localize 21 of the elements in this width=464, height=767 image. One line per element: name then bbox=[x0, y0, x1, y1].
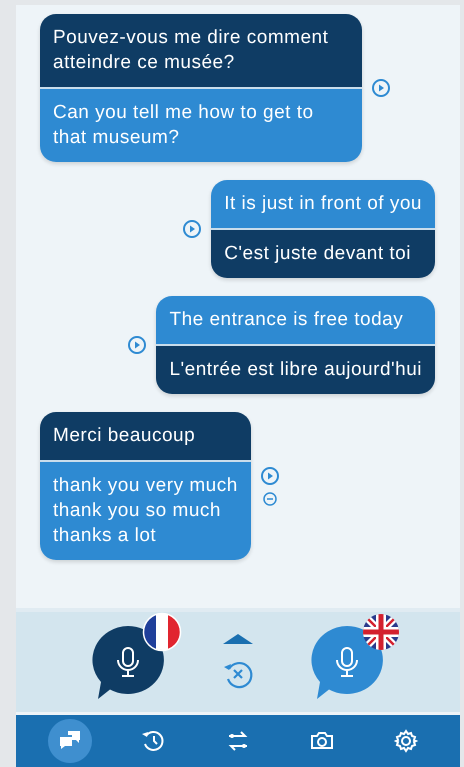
message-text: Can you tell me how to get to that museum? bbox=[40, 87, 362, 162]
message-text: thank you very much thank you so much thanks a lot bbox=[40, 460, 251, 560]
microphone-button[interactable] bbox=[309, 612, 401, 700]
nav-tab[interactable] bbox=[48, 719, 92, 763]
french-flag-icon bbox=[142, 612, 182, 652]
minus-icon[interactable] bbox=[262, 491, 278, 507]
play-icon[interactable] bbox=[258, 465, 281, 487]
message-text: L'entrée est libre aujourd'hui bbox=[156, 344, 435, 394]
microphone-button[interactable] bbox=[90, 612, 182, 700]
microphone-icon bbox=[309, 624, 385, 700]
settings-icon bbox=[392, 727, 420, 755]
message-text: The entrance is free today bbox=[156, 296, 435, 344]
play-icon[interactable] bbox=[126, 334, 148, 356]
up-arrow-icon[interactable] bbox=[222, 633, 254, 645]
message-text: C'est juste devant toi bbox=[211, 228, 435, 278]
microphone-icon bbox=[90, 624, 166, 700]
play-icon[interactable] bbox=[181, 218, 204, 240]
message-text: Merci beaucoup bbox=[40, 412, 251, 460]
message-text: Pouvez-vous me dire comment atteindre ce musée? bbox=[40, 14, 362, 87]
message-text: It is just in front of you bbox=[211, 180, 435, 228]
play-icon[interactable] bbox=[370, 77, 392, 99]
